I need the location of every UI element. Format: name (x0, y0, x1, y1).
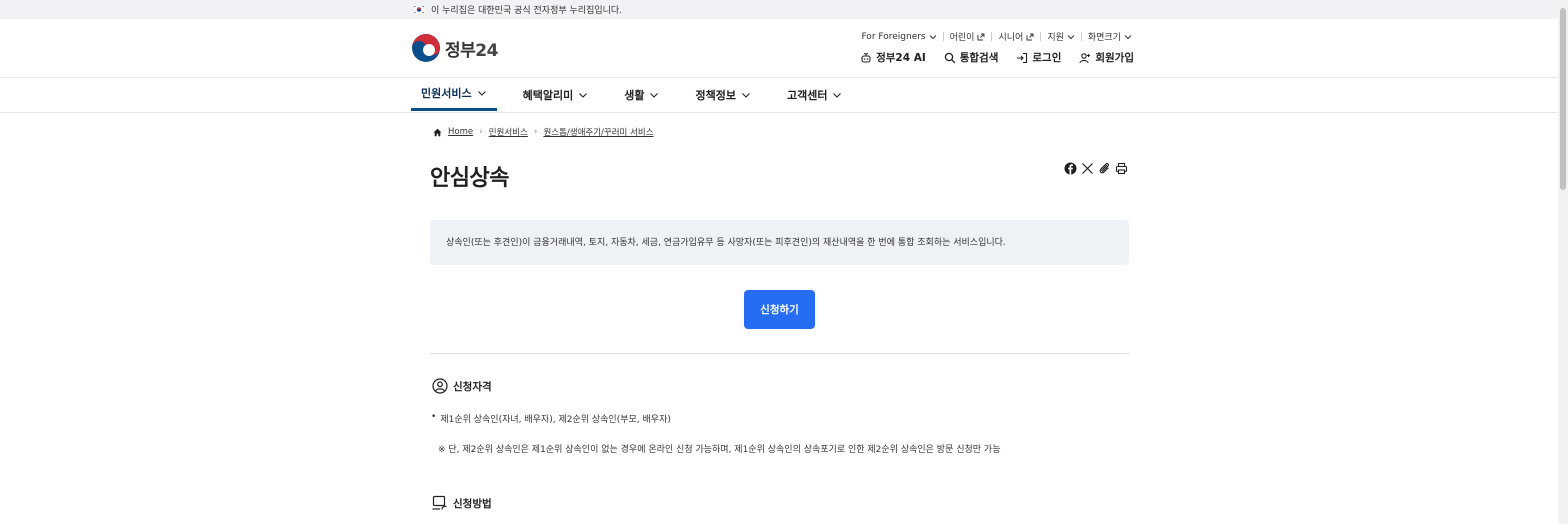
section-title-text: 신청방법 (453, 497, 492, 510)
search-label: 통합검색 (959, 52, 999, 64)
chevron-down-icon (742, 92, 750, 98)
chevron-down-icon (833, 92, 842, 98)
eligibility-bullet: • 제1순위 상속인(자녀, 배우자), 제2순위 상속인(부모, 배우자) (431, 412, 671, 425)
header: 정부24 For Foreigners 어린이 시니어 지원 화면크기 정부24… (0, 19, 1558, 77)
chevron-down-icon (1124, 34, 1132, 39)
util-children[interactable]: 어린이 (944, 30, 992, 43)
section-divider (430, 353, 1129, 354)
gnb-label: 민원서비스 (421, 87, 472, 100)
util-for-foreigners[interactable]: For Foreigners (855, 32, 942, 42)
gnb-label: 혜택알리미 (522, 88, 574, 102)
robot-icon (861, 52, 871, 63)
x-twitter-icon[interactable] (1081, 162, 1094, 175)
gov-banner-content: 이 누리집은 대한민국 공식 전자정부 누리집입니다. (413, 3, 622, 16)
service-summary: 상속인(또는 후견인)이 금융거래내역, 토지, 자동차, 세금, 연금가입유무… (430, 220, 1129, 265)
util-screen-size[interactable]: 화면크기 (1082, 30, 1138, 43)
eligibility-section-title: 신청자격 (432, 378, 492, 394)
chevron-down-icon (1067, 34, 1075, 39)
external-link-icon (1026, 33, 1034, 40)
join-button[interactable]: 회원가입 (1079, 50, 1134, 65)
util-label: 지원 (1047, 33, 1064, 43)
scrollbar[interactable] (1558, 0, 1568, 524)
bullet-dot: • (431, 412, 437, 422)
join-label: 회원가입 (1095, 52, 1134, 64)
gnb-policy-info[interactable]: 정책정보 (685, 78, 760, 111)
login-button[interactable]: 로그인 (1016, 50, 1061, 65)
facebook-icon[interactable] (1064, 162, 1077, 175)
util-label: For Foreigners (861, 31, 926, 42)
gov24-ai-button[interactable]: 정부24 AI (860, 50, 926, 65)
gov-banner: 이 누리집은 대한민국 공식 전자정부 누리집입니다. (0, 0, 1558, 19)
gnb-label: 생활 (624, 88, 645, 102)
login-label: 로그인 (1032, 52, 1062, 64)
eligibility-note: ※ 단, 제2순위 상속인은 제1순위 상속인이 없는 경우에 온라인 신청 가… (438, 445, 1001, 455)
search-icon (944, 52, 956, 63)
util-label: 어린이 (949, 33, 975, 43)
share-tools (1064, 162, 1128, 175)
breadcrumb-civil-service[interactable]: 민원서비스 (489, 126, 528, 138)
external-link-icon (978, 33, 985, 40)
ai-label: 정부24 AI (876, 52, 926, 64)
global-nav: 민원서비스 혜택알리미 생활 정책정보 고객센터 (0, 77, 1558, 113)
header-actions: 정부24 AI 통합검색 로그인 회원가입 (860, 50, 1134, 65)
section-title-text: 신청자격 (453, 380, 492, 393)
chevron-down-icon (650, 92, 659, 98)
chevron-down-icon (929, 34, 936, 39)
chevron-down-icon (579, 92, 588, 98)
breadcrumb: Home › 민원서비스 › 원스톱/생애주기/꾸러미 서비스 (433, 126, 654, 138)
gnb-benefit-alert[interactable]: 혜택알리미 (513, 78, 599, 111)
page-title: 안심상속 (430, 166, 509, 191)
home-icon (433, 128, 442, 136)
gnb-label: 정책정보 (695, 88, 736, 102)
util-senior[interactable]: 시니어 (992, 30, 1040, 43)
gnb-customer-center[interactable]: 고객센터 (777, 78, 852, 111)
gov-banner-text: 이 누리집은 대한민국 공식 전자정부 누리집입니다. (431, 6, 623, 16)
util-label: 시니어 (998, 33, 1024, 43)
gnb-civil-service[interactable]: 민원서비스 (411, 78, 497, 111)
link-copy-icon[interactable] (1098, 162, 1111, 175)
logo-text: 정부24 (445, 40, 498, 61)
breadcrumb-separator: › (533, 127, 538, 137)
korea-flag-icon (413, 5, 425, 14)
breadcrumb-onestop[interactable]: 원스톱/생애주기/꾸러미 서비스 (543, 126, 653, 138)
breadcrumb-separator: › (479, 127, 483, 137)
laptop-hand-icon (432, 495, 447, 510)
breadcrumb-home[interactable]: Home (448, 127, 473, 137)
user-add-icon (1079, 52, 1091, 63)
bullet-text: 제1순위 상속인(자녀, 배우자), 제2순위 상속인(부모, 배우자) (440, 415, 671, 425)
util-support[interactable]: 지원 (1041, 30, 1081, 43)
gnb-life[interactable]: 생활 (614, 78, 669, 111)
method-section-title: 신청방법 (432, 495, 492, 511)
apply-button[interactable]: 신청하기 (744, 290, 815, 329)
utility-nav: For Foreigners 어린이 시니어 지원 화면크기 (855, 30, 1138, 43)
scrollbar-thumb[interactable] (1560, 8, 1566, 190)
gnb-list: 민원서비스 혜택알리미 생활 정책정보 고객센터 (411, 78, 868, 112)
chevron-down-icon (477, 91, 486, 96)
taegeuk-logo-icon (412, 34, 440, 62)
integrated-search-button[interactable]: 통합검색 (944, 50, 999, 65)
user-circle-icon (432, 378, 448, 394)
gnb-label: 고객센터 (786, 88, 828, 102)
gov24-logo[interactable]: 정부24 (411, 33, 498, 63)
login-icon (1017, 52, 1028, 63)
util-label: 화면크기 (1087, 33, 1121, 43)
print-icon[interactable] (1115, 162, 1128, 175)
